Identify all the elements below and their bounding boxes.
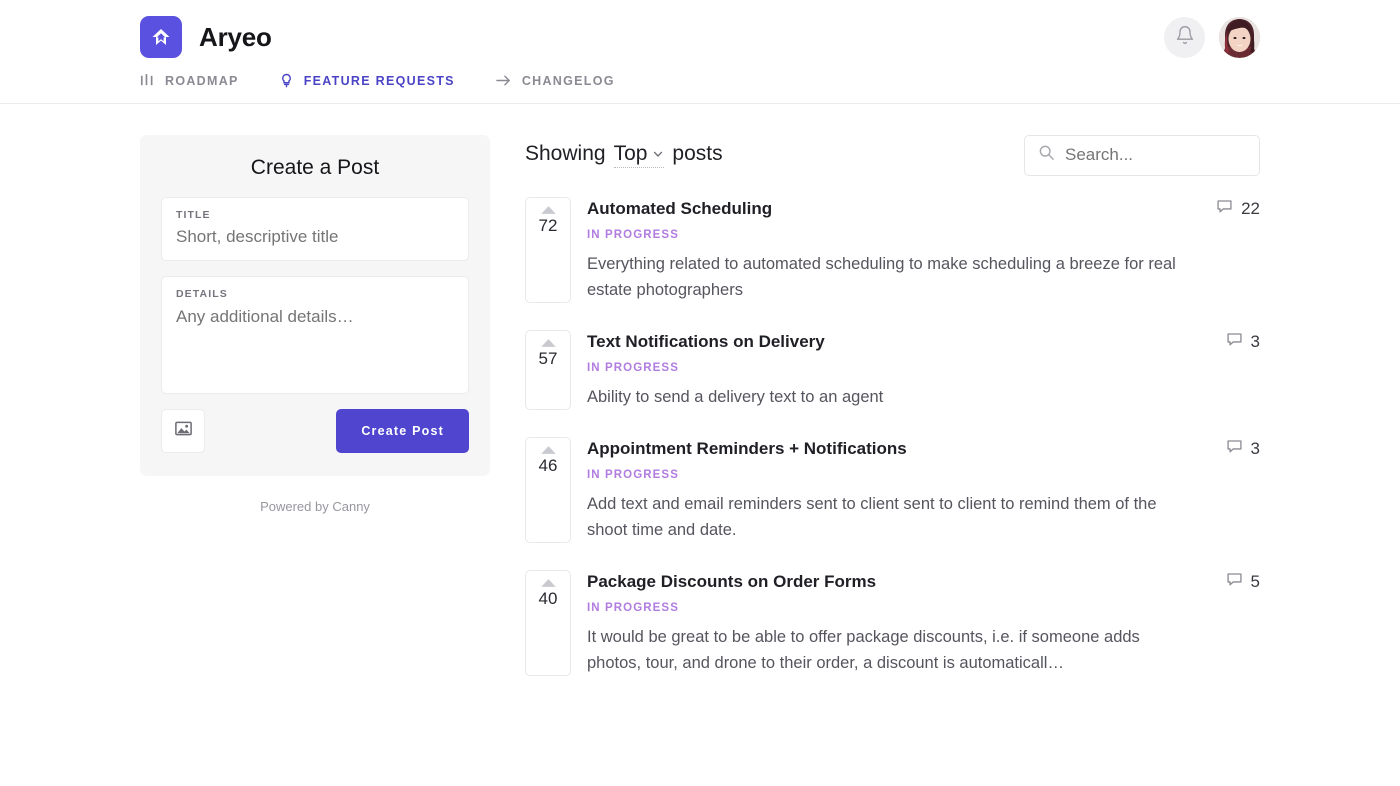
search-icon (1038, 144, 1055, 166)
comment-bubble-icon (1226, 438, 1243, 460)
vote-count: 40 (526, 590, 570, 607)
vote-count: 72 (526, 217, 570, 234)
comment-count: 3 (1251, 332, 1260, 352)
showing-control: Showing Top posts (525, 142, 723, 168)
details-input[interactable] (176, 306, 454, 375)
posts-column: Showing Top posts (525, 135, 1260, 703)
posts-list-header: Showing Top posts (525, 135, 1260, 175)
sort-dropdown[interactable]: Top (614, 142, 665, 168)
details-field-wrapper[interactable]: Details (161, 276, 469, 394)
image-upload-button[interactable] (161, 409, 205, 453)
post-title: Package Discounts on Order Forms (587, 571, 876, 592)
status-badge: In Progress (587, 469, 1260, 481)
nav-item-roadmap[interactable]: Roadmap (140, 70, 239, 91)
comment-bubble-icon (1216, 198, 1233, 220)
post-content: Text Notifications on Delivery 3 In Prog… (587, 330, 1260, 410)
post-item-1[interactable]: 57 Text Notifications on Delivery 3 In P… (525, 330, 1260, 410)
create-post-actions: Create Post (161, 409, 469, 453)
roadmap-bars-icon (140, 73, 155, 88)
vote-button[interactable]: 57 (525, 330, 571, 410)
nav-item-changelog[interactable]: Changelog (495, 70, 615, 91)
brand[interactable]: Aryeo (140, 16, 272, 58)
arrow-right-icon (495, 73, 512, 88)
showing-prefix-label: Showing (525, 142, 606, 166)
post-description: Everything related to automated scheduli… (587, 251, 1197, 303)
comment-count: 5 (1251, 572, 1260, 592)
search-box[interactable] (1024, 135, 1260, 176)
notifications-button[interactable] (1164, 17, 1205, 58)
comment-bubble-icon (1226, 571, 1243, 593)
upvote-triangle-icon (526, 205, 570, 215)
post-header-row: Appointment Reminders + Notifications 3 (587, 438, 1260, 460)
post-item-2[interactable]: 46 Appointment Reminders + Notifications… (525, 437, 1260, 543)
sort-value: Top (614, 142, 648, 166)
title-field-wrapper[interactable]: Title (161, 197, 469, 261)
lightbulb-icon (279, 73, 294, 88)
avatar[interactable] (1219, 17, 1260, 58)
upvote-triangle-icon (526, 578, 570, 588)
header-top-bar: Aryeo (0, 0, 1400, 70)
post-title: Text Notifications on Delivery (587, 331, 825, 352)
post-title: Appointment Reminders + Notifications (587, 438, 907, 459)
post-content: Package Discounts on Order Forms 5 In Pr… (587, 570, 1260, 676)
post-header-row: Package Discounts on Order Forms 5 (587, 571, 1260, 593)
vote-button[interactable]: 46 (525, 437, 571, 543)
post-content: Automated Scheduling 22 In Progress Ever… (587, 197, 1260, 303)
nav-item-feature-requests[interactable]: Feature Requests (279, 70, 455, 91)
main-nav: Roadmap Feature Requests Changelog (0, 70, 1400, 103)
posts-list: 72 Automated Scheduling 22 In Progress E… (525, 197, 1260, 676)
comment-count: 22 (1241, 199, 1260, 219)
vote-count: 46 (526, 457, 570, 474)
post-title: Automated Scheduling (587, 198, 772, 219)
image-upload-icon (174, 419, 193, 443)
details-field-label: Details (176, 288, 454, 300)
post-header-row: Text Notifications on Delivery 3 (587, 331, 1260, 353)
create-post-button[interactable]: Create Post (336, 409, 469, 453)
post-description: Add text and email reminders sent to cli… (587, 491, 1197, 543)
post-item-3[interactable]: 40 Package Discounts on Order Forms 5 In… (525, 570, 1260, 676)
post-description: Ability to send a delivery text to an ag… (587, 384, 1197, 410)
chevron-down-icon (652, 142, 664, 166)
comment-count-group[interactable]: 3 (1206, 331, 1260, 353)
comment-count-group[interactable]: 22 (1196, 198, 1260, 220)
post-header-row: Automated Scheduling 22 (587, 198, 1260, 220)
title-input[interactable] (176, 227, 454, 247)
comment-count: 3 (1251, 439, 1260, 459)
status-badge: In Progress (587, 229, 1260, 241)
upvote-triangle-icon (526, 445, 570, 455)
create-post-heading: Create a Post (161, 156, 469, 180)
comment-count-group[interactable]: 5 (1206, 571, 1260, 593)
status-badge: In Progress (587, 602, 1260, 614)
upvote-triangle-icon (526, 338, 570, 348)
site-header: Aryeo (0, 0, 1400, 104)
header-actions (1164, 17, 1260, 58)
post-content: Appointment Reminders + Notifications 3 … (587, 437, 1260, 543)
vote-button[interactable]: 40 (525, 570, 571, 676)
create-post-column: Create a Post Title Details (140, 135, 490, 514)
create-post-card: Create a Post Title Details (140, 135, 490, 476)
powered-by-label: Powered by Canny (140, 499, 490, 514)
bell-icon (1175, 25, 1195, 50)
post-description: It would be great to be able to offer pa… (587, 624, 1197, 676)
status-badge: In Progress (587, 362, 1260, 374)
showing-suffix-label: posts (672, 142, 722, 166)
brand-name: Aryeo (199, 22, 272, 53)
title-field-label: Title (176, 209, 454, 221)
page-body: Create a Post Title Details (0, 104, 1400, 703)
nav-label-feature-requests: Feature Requests (304, 74, 455, 88)
aryeo-house-arrow-logo-icon (140, 16, 182, 58)
comment-bubble-icon (1226, 331, 1243, 353)
nav-label-changelog: Changelog (522, 74, 615, 88)
vote-count: 57 (526, 350, 570, 367)
vote-button[interactable]: 72 (525, 197, 571, 303)
search-input[interactable] (1065, 145, 1246, 165)
nav-label-roadmap: Roadmap (165, 74, 239, 88)
post-item-0[interactable]: 72 Automated Scheduling 22 In Progress E… (525, 197, 1260, 303)
comment-count-group[interactable]: 3 (1206, 438, 1260, 460)
